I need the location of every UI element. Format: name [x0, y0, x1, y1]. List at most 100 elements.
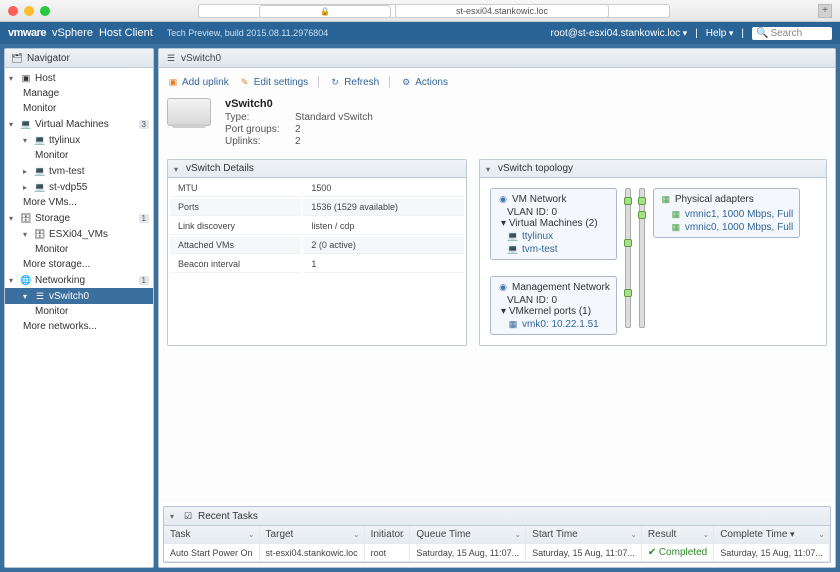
user-menu[interactable]: root@st-esxi04.stankowic.loc ▾: [550, 28, 687, 39]
nav-storage[interactable]: ▾🗄Storage1: [5, 210, 153, 226]
vmk-expand[interactable]: ▾ VMkernel ports (1): [497, 306, 610, 317]
vswitch-summary: vSwitch0 Type:Standard vSwitch Port grou…: [167, 98, 827, 147]
build-info: Tech Preview, build 2015.08.11.2976804: [167, 28, 328, 38]
table-row[interactable]: Auto Start Power On st-esxi04.stankowic.…: [164, 544, 830, 562]
physical-adapters-box[interactable]: ▦Physical adapters ▦vmnic1, 1000 Mbps, F…: [653, 188, 800, 238]
help-menu[interactable]: Help ▾: [706, 28, 734, 39]
table-row: Ports1536 (1529 available): [170, 199, 464, 216]
dropdown-icon[interactable]: ⌄: [630, 530, 637, 539]
nav-more-storage[interactable]: More storage...: [5, 257, 153, 272]
twisty-icon: ▾: [23, 292, 31, 300]
refresh-button[interactable]: ↻Refresh: [329, 76, 379, 88]
uplinks-value: 2: [295, 136, 373, 147]
nav-vswitch-monitor[interactable]: Monitor: [5, 304, 153, 319]
vms-expand[interactable]: ▾ Virtual Machines (2): [497, 218, 610, 229]
th-initiator[interactable]: Initiator⌄: [364, 526, 410, 544]
actions-button[interactable]: ⚙Actions: [400, 76, 448, 88]
ports-label: Ports: [170, 199, 301, 216]
th-starttime[interactable]: Start Time⌄: [526, 526, 642, 544]
url-bar[interactable]: 🔒st-esxi04.stankowic.loc: [50, 4, 818, 18]
vm-count-badge: 3: [139, 120, 149, 129]
dropdown-icon[interactable]: ⌄: [353, 530, 360, 539]
topo-vmnic1[interactable]: ▦vmnic1, 1000 Mbps, Full: [660, 207, 793, 220]
twisty-icon[interactable]: ▾: [486, 165, 494, 173]
table-row: Attached VMs2 (0 active): [170, 237, 464, 254]
browser-chrome: 🔒st-esxi04.stankowic.loc +: [0, 0, 840, 22]
table-row: Link discoverylisten / cdp: [170, 218, 464, 235]
nav-vm-stvdp55[interactable]: ▸💻st-vdp55: [5, 179, 153, 195]
th-task[interactable]: Task⌄: [164, 526, 259, 544]
topo-vmnic0[interactable]: ▦vmnic0, 1000 Mbps, Full: [660, 220, 793, 233]
th-queuetime[interactable]: Queue Time⌄: [410, 526, 526, 544]
th-completetime[interactable]: Complete Time ▾⌄: [714, 526, 830, 544]
product-name: vSphere: [52, 27, 93, 39]
mtu-label: MTU: [170, 180, 301, 197]
nav-ds-monitor[interactable]: Monitor: [5, 242, 153, 257]
dropdown-icon[interactable]: ⌄: [702, 530, 709, 539]
dropdown-icon[interactable]: ⌄: [399, 530, 406, 539]
dropdown-icon[interactable]: ⌄: [248, 530, 255, 539]
table-row: MTU1500: [170, 180, 464, 197]
minimize-window-icon[interactable]: [24, 6, 34, 16]
search-placeholder: Search: [770, 28, 802, 39]
nic-icon: ▦: [670, 221, 682, 233]
nic-icon: ▦: [670, 208, 682, 220]
nav-host[interactable]: ▾▣Host: [5, 70, 153, 86]
dropdown-icon[interactable]: ⌄: [514, 530, 521, 539]
nav-vm-ttylinux[interactable]: ▾💻ttylinux: [5, 132, 153, 148]
th-result[interactable]: Result⌄: [641, 526, 713, 544]
topo-vm-tvmtest[interactable]: 💻tvm-test: [497, 242, 610, 255]
task-complete: Saturday, 15 Aug, 11:07...: [714, 544, 830, 562]
content-panel: ☰ vSwitch0 ▣Add uplink ✎Edit settings ↻R…: [158, 48, 836, 568]
nav-vm-ttylinux-monitor[interactable]: Monitor: [5, 148, 153, 163]
gear-icon: ⚙: [400, 76, 412, 88]
details-table: MTU1500 Ports1536 (1529 available) Link …: [168, 178, 466, 275]
main-layout: 🗂 Navigator ▾▣Host Manage Monitor ▾💻Virt…: [0, 44, 840, 572]
nav-host-monitor[interactable]: Monitor: [5, 101, 153, 116]
twisty-icon: ▾: [9, 214, 17, 222]
refresh-icon: ↻: [329, 76, 341, 88]
navigator-header: 🗂 Navigator: [5, 49, 153, 68]
nav-vms[interactable]: ▾💻Virtual Machines3: [5, 116, 153, 132]
new-tab-button[interactable]: +: [818, 4, 832, 18]
nav-more-networks[interactable]: More networks...: [5, 319, 153, 334]
toolbar: ▣Add uplink ✎Edit settings ↻Refresh ⚙Act…: [167, 76, 827, 88]
navigator-title: Navigator: [27, 53, 70, 64]
search-icon: 🔍: [756, 28, 768, 39]
switch-port-icon: [624, 239, 632, 247]
topo-vmk0[interactable]: ▦vmk0: 10.22.1.51: [497, 317, 610, 330]
beacon-value: 1: [303, 256, 464, 273]
nav-vswitch0[interactable]: ▾☰vSwitch0: [5, 288, 153, 304]
vm-network-box[interactable]: ◉VM Network VLAN ID: 0 ▾ Virtual Machine…: [490, 188, 617, 260]
check-icon: ✔: [648, 547, 656, 558]
app-header: vmware vSphere Host Client Tech Preview,…: [0, 22, 840, 44]
vm-icon: 💻: [507, 230, 519, 242]
vswitch-title: vSwitch0: [225, 98, 373, 110]
search-input[interactable]: 🔍 Search: [752, 27, 832, 40]
task-name: Auto Start Power On: [164, 544, 259, 562]
nav-ds-esxi04[interactable]: ▾🗄ESXi04_VMs: [5, 226, 153, 242]
twisty-icon: ▸: [23, 183, 31, 191]
topo-vm-ttylinux[interactable]: 💻ttylinux: [497, 229, 610, 242]
twisty-icon: ▸: [23, 167, 31, 175]
topo-right-col: ▦Physical adapters ▦vmnic1, 1000 Mbps, F…: [653, 188, 800, 238]
dropdown-icon[interactable]: ⌄: [818, 530, 825, 539]
content-body: ▣Add uplink ✎Edit settings ↻Refresh ⚙Act…: [159, 68, 835, 502]
edit-settings-button[interactable]: ✎Edit settings: [239, 76, 308, 88]
close-window-icon[interactable]: [8, 6, 18, 16]
task-initiator: root: [364, 544, 410, 562]
tasks-icon: ☑: [182, 510, 194, 522]
details-header: ▾vSwitch Details: [168, 160, 466, 178]
vswitch-details-panel: ▾vSwitch Details MTU1500 Ports1536 (1529…: [167, 159, 467, 346]
nav-more-vms[interactable]: More VMs...: [5, 195, 153, 210]
mgmt-network-box[interactable]: ◉Management Network VLAN ID: 0 ▾ VMkerne…: [490, 276, 617, 335]
maximize-window-icon[interactable]: [40, 6, 50, 16]
twisty-icon[interactable]: ▾: [174, 165, 182, 173]
th-target[interactable]: Target⌄: [259, 526, 364, 544]
nav-vm-tvmtest[interactable]: ▸💻tvm-test: [5, 163, 153, 179]
nav-networking[interactable]: ▾🌐Networking1: [5, 272, 153, 288]
twisty-icon[interactable]: ▾: [170, 512, 178, 520]
host-icon: ▣: [20, 72, 32, 84]
nav-host-manage[interactable]: Manage: [5, 86, 153, 101]
add-uplink-button[interactable]: ▣Add uplink: [167, 76, 229, 88]
